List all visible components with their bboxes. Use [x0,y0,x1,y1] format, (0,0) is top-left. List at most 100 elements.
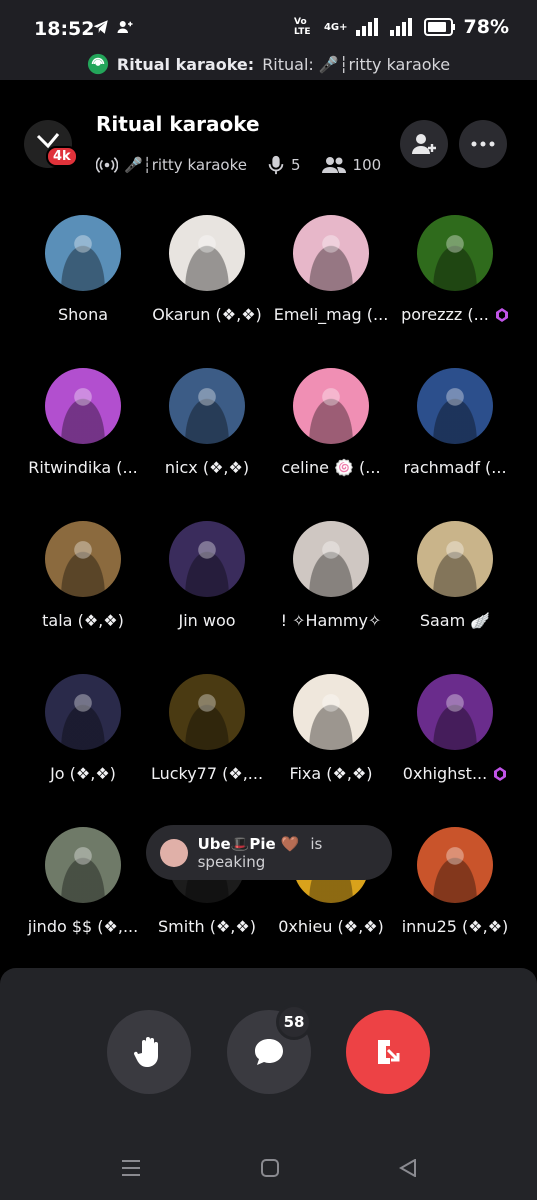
participant-avatar [45,674,121,750]
participant-name-row: Fixa (❖,❖) [266,764,396,783]
notification-text: Ritual: 🎤┆ritty karaoke [262,54,451,74]
participant-tile[interactable]: Jo (❖,❖) [18,674,148,783]
participant-tile[interactable]: Lucky77 (❖,... [142,674,272,783]
participant-name-row: 0xhighst... [390,764,520,783]
participant-name: Fixa (❖,❖) [289,764,373,783]
speaker-avatar [160,838,188,867]
participant-tile[interactable]: porezzz (... [390,215,520,324]
speaker-count: 5 [290,156,301,174]
status-bar: 18:52 Vo LTE 4G+ 78% [0,0,537,48]
battery-percent: 78% [463,16,509,38]
participant-name: 0xhieu (❖,❖) [278,917,384,936]
participant-tile[interactable]: jindo $$ (❖,... [18,827,148,936]
add-user-icon [412,134,436,154]
network-type: 4G+ [323,21,348,33]
participant-name: porezzz (... [401,305,489,324]
home-icon[interactable] [260,1159,279,1177]
stage-header: 4k Ritual karaoke 🎤┆ritty karaoke 5 100 [0,80,537,190]
android-nav-bar [0,1148,537,1188]
hand-icon [133,1037,158,1067]
participant-name: Okarun (❖,❖) [152,305,262,324]
participant-avatar [45,368,121,444]
participant-avatar [417,674,493,750]
listeners-icon [321,157,346,173]
participant-avatar [293,215,369,291]
participant-name: rachmadf (... [403,458,507,477]
participant-name-row: Smith (❖,❖) [142,917,272,936]
participant-name-row: rachmadf (... [390,458,520,477]
participant-name: Ritwindika (... [28,458,138,477]
battery-icon [423,18,455,36]
speaking-toast: Ube🎩Pie 🤎 is speaking [146,825,392,880]
participant-name: innu25 (❖,❖) [401,917,509,936]
participant-name: 0xhighst... [402,764,488,783]
participant-name-row: Jo (❖,❖) [18,764,148,783]
signal-2-icon [389,18,412,36]
participant-tile[interactable]: celine 🍥 (... [266,368,396,477]
speaking-user: Ube🎩Pie 🤎 [197,834,300,853]
listener-count: 100 [352,156,382,174]
participant-tile[interactable]: 0xhighst... [390,674,520,783]
participant-tile[interactable]: Saam 🪽 [390,521,520,630]
volte-label: Vo LTE [293,17,311,37]
participant-tile[interactable]: Shona [18,215,148,324]
ongoing-stage-notification[interactable]: Ritual karaoke: Ritual: 🎤┆ritty karaoke [0,48,537,80]
participant-name-row: ! ✧Hammy✧ [266,611,396,630]
participant-name-row: 0xhieu (❖,❖) [266,917,396,936]
participant-name-row: nicx (❖,❖) [142,458,272,477]
participant-tile[interactable]: innu25 (❖,❖) [390,827,520,936]
stage-controls: 58 [0,968,537,1200]
add-user-icon [117,21,133,33]
participant-tile[interactable]: rachmadf (... [390,368,520,477]
participant-name: Jin woo [178,611,236,630]
participant-tile[interactable]: Ritwindika (... [18,368,148,477]
participant-name: Saam 🪽 [419,611,491,630]
participant-name-row: Jin woo [142,611,272,630]
participant-tile[interactable]: Okarun (❖,❖) [142,215,272,324]
participant-avatar [417,827,493,903]
participant-tile[interactable]: Jin woo [142,521,272,630]
participant-name-row: porezzz (... [390,305,520,324]
participant-name: nicx (❖,❖) [164,458,250,477]
telegram-icon [93,20,108,34]
participant-avatar [45,827,121,903]
more-options-button[interactable] [459,120,507,168]
notification-title: Ritual karaoke: [116,54,255,74]
participant-avatar [169,368,245,444]
stage-title: Ritual karaoke [96,112,260,136]
participant-name-row: Ritwindika (... [18,458,148,477]
participant-name-row: Okarun (❖,❖) [142,305,272,324]
stage-channel-icon [96,157,118,173]
signal-icon [355,18,378,36]
server-boost-gem-icon [494,766,507,781]
participant-avatar [293,674,369,750]
recents-icon[interactable] [121,1159,141,1177]
leave-stage-button[interactable] [346,1010,430,1094]
participant-name-row: celine 🍥 (... [266,458,396,477]
participant-name: Lucky77 (❖,... [150,764,264,783]
participant-name-row: Shona [18,305,148,324]
stage-live-icon [87,53,108,75]
chat-bubble-icon [255,1039,283,1065]
participant-tile[interactable]: nicx (❖,❖) [142,368,272,477]
participant-avatar [45,521,121,597]
participant-avatar [417,368,493,444]
participant-name: tala (❖,❖) [42,611,124,630]
back-icon[interactable] [398,1159,417,1177]
participant-name-row: innu25 (❖,❖) [390,917,520,936]
status-right: Vo LTE 4G+ 78% [294,16,509,38]
participant-name: jindo $$ (❖,... [27,917,139,936]
stage-meta: 🎤┆ritty karaoke 5 100 [96,154,381,176]
participant-name: Jo (❖,❖) [50,764,116,783]
participant-avatar [45,215,121,291]
more-icon [471,141,495,147]
participant-tile[interactable]: ! ✧Hammy✧ [266,521,396,630]
participant-avatar [169,674,245,750]
invite-button[interactable] [400,120,448,168]
participant-name: ! ✧Hammy✧ [280,611,382,630]
participant-tile[interactable]: Fixa (❖,❖) [266,674,396,783]
participant-tile[interactable]: Emeli_mag (... [266,215,396,324]
participant-tile[interactable]: tala (❖,❖) [18,521,148,630]
raise-hand-button[interactable] [107,1010,191,1094]
participant-avatar [417,521,493,597]
